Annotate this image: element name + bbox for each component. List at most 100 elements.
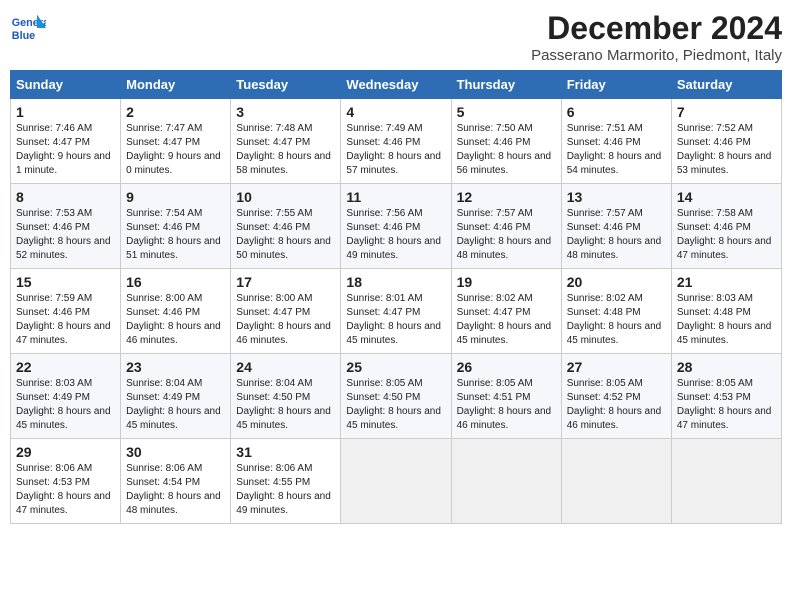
calendar-cell: 30 Sunrise: 8:06 AMSunset: 4:54 PMDayligh… (121, 439, 231, 524)
calendar-cell: 29 Sunrise: 8:06 AMSunset: 4:53 PMDayligh… (11, 439, 121, 524)
day-number: 3 (236, 104, 335, 120)
calendar-cell: 31 Sunrise: 8:06 AMSunset: 4:55 PMDayligh… (231, 439, 341, 524)
calendar-cell (561, 439, 671, 524)
day-number: 1 (16, 104, 115, 120)
weekday-header: Thursday (451, 71, 561, 99)
day-number: 8 (16, 189, 115, 205)
cell-info: Sunrise: 7:57 AMSunset: 4:46 PMDaylight:… (457, 207, 556, 263)
cell-info: Sunrise: 8:02 AMSunset: 4:48 PMDaylight:… (567, 292, 666, 348)
day-number: 25 (346, 359, 445, 375)
cell-info: Sunrise: 7:46 AMSunset: 4:47 PMDaylight:… (16, 122, 115, 178)
calendar-cell: 12 Sunrise: 7:57 AMSunset: 4:46 PMDayligh… (451, 184, 561, 269)
cell-info: Sunrise: 8:01 AMSunset: 4:47 PMDaylight:… (346, 292, 445, 348)
day-number: 4 (346, 104, 445, 120)
cell-info: Sunrise: 8:05 AMSunset: 4:50 PMDaylight:… (346, 377, 445, 433)
calendar-cell: 2 Sunrise: 7:47 AMSunset: 4:47 PMDaylight… (121, 99, 231, 184)
calendar-cell: 15 Sunrise: 7:59 AMSunset: 4:46 PMDayligh… (11, 269, 121, 354)
cell-info: Sunrise: 7:50 AMSunset: 4:46 PMDaylight:… (457, 122, 556, 178)
calendar-cell: 14 Sunrise: 7:58 AMSunset: 4:46 PMDayligh… (671, 184, 781, 269)
calendar-cell: 25 Sunrise: 8:05 AMSunset: 4:50 PMDayligh… (341, 354, 451, 439)
weekday-header: Monday (121, 71, 231, 99)
calendar-cell: 6 Sunrise: 7:51 AMSunset: 4:46 PMDaylight… (561, 99, 671, 184)
day-number: 15 (16, 274, 115, 290)
cell-info: Sunrise: 8:03 AMSunset: 4:49 PMDaylight:… (16, 377, 115, 433)
cell-info: Sunrise: 8:02 AMSunset: 4:47 PMDaylight:… (457, 292, 556, 348)
cell-info: Sunrise: 8:06 AMSunset: 4:53 PMDaylight:… (16, 462, 115, 518)
weekday-header: Friday (561, 71, 671, 99)
cell-info: Sunrise: 7:59 AMSunset: 4:46 PMDaylight:… (16, 292, 115, 348)
cell-info: Sunrise: 7:51 AMSunset: 4:46 PMDaylight:… (567, 122, 666, 178)
weekday-header: Saturday (671, 71, 781, 99)
cell-info: Sunrise: 7:49 AMSunset: 4:46 PMDaylight:… (346, 122, 445, 178)
cell-info: Sunrise: 8:00 AMSunset: 4:47 PMDaylight:… (236, 292, 335, 348)
calendar-cell: 7 Sunrise: 7:52 AMSunset: 4:46 PMDaylight… (671, 99, 781, 184)
location-title: Passerano Marmorito, Piedmont, Italy (531, 47, 782, 64)
calendar-cell: 1 Sunrise: 7:46 AMSunset: 4:47 PMDaylight… (11, 99, 121, 184)
page-header: General Blue December 2024 Passerano Mar… (10, 10, 782, 64)
cell-info: Sunrise: 8:03 AMSunset: 4:48 PMDaylight:… (677, 292, 776, 348)
day-number: 31 (236, 444, 335, 460)
calendar-cell: 26 Sunrise: 8:05 AMSunset: 4:51 PMDayligh… (451, 354, 561, 439)
cell-info: Sunrise: 7:48 AMSunset: 4:47 PMDaylight:… (236, 122, 335, 178)
cell-info: Sunrise: 7:56 AMSunset: 4:46 PMDaylight:… (346, 207, 445, 263)
cell-info: Sunrise: 8:05 AMSunset: 4:53 PMDaylight:… (677, 377, 776, 433)
day-number: 7 (677, 104, 776, 120)
day-number: 16 (126, 274, 225, 290)
calendar-table: SundayMondayTuesdayWednesdayThursdayFrid… (10, 70, 782, 524)
day-number: 20 (567, 274, 666, 290)
calendar-cell: 13Sunrise: 7:57 AMSunset: 4:46 PMDayligh… (561, 184, 671, 269)
cell-info: Sunrise: 7:52 AMSunset: 4:46 PMDaylight:… (677, 122, 776, 178)
day-number: 5 (457, 104, 556, 120)
day-number: 17 (236, 274, 335, 290)
day-number: 10 (236, 189, 335, 205)
cell-info: Sunrise: 8:05 AMSunset: 4:52 PMDaylight:… (567, 377, 666, 433)
day-number: 21 (677, 274, 776, 290)
calendar-cell: 10 Sunrise: 7:55 AMSunset: 4:46 PMDayligh… (231, 184, 341, 269)
calendar-cell: 16 Sunrise: 8:00 AMSunset: 4:46 PMDayligh… (121, 269, 231, 354)
calendar-cell: 27 Sunrise: 8:05 AMSunset: 4:52 PMDayligh… (561, 354, 671, 439)
day-number: 27 (567, 359, 666, 375)
cell-info: Sunrise: 8:06 AMSunset: 4:54 PMDaylight:… (126, 462, 225, 518)
calendar-cell: 4 Sunrise: 7:49 AMSunset: 4:46 PMDaylight… (341, 99, 451, 184)
cell-info: Sunrise: 7:58 AMSunset: 4:46 PMDaylight:… (677, 207, 776, 263)
day-number: 2 (126, 104, 225, 120)
day-number: 11 (346, 189, 445, 205)
calendar-cell: 23 Sunrise: 8:04 AMSunset: 4:49 PMDayligh… (121, 354, 231, 439)
cell-info: Sunrise: 7:53 AMSunset: 4:46 PMDaylight:… (16, 207, 115, 263)
calendar-cell: 21 Sunrise: 8:03 AMSunset: 4:48 PMDayligh… (671, 269, 781, 354)
weekday-header: Sunday (11, 71, 121, 99)
day-number: 18 (346, 274, 445, 290)
calendar-cell: 24 Sunrise: 8:04 AMSunset: 4:50 PMDayligh… (231, 354, 341, 439)
cell-info: Sunrise: 8:06 AMSunset: 4:55 PMDaylight:… (236, 462, 335, 518)
day-number: 23 (126, 359, 225, 375)
weekday-header: Tuesday (231, 71, 341, 99)
day-number: 29 (16, 444, 115, 460)
day-number: 30 (126, 444, 225, 460)
calendar-cell (341, 439, 451, 524)
calendar-cell: 20 Sunrise: 8:02 AMSunset: 4:48 PMDayligh… (561, 269, 671, 354)
cell-info: Sunrise: 8:00 AMSunset: 4:46 PMDaylight:… (126, 292, 225, 348)
day-number: 12 (457, 189, 556, 205)
day-number: 19 (457, 274, 556, 290)
cell-info: Sunrise: 8:05 AMSunset: 4:51 PMDaylight:… (457, 377, 556, 433)
title-block: December 2024 Passerano Marmorito, Piedm… (531, 10, 782, 64)
calendar-cell: 18 Sunrise: 8:01 AMSunset: 4:47 PMDayligh… (341, 269, 451, 354)
calendar-cell (451, 439, 561, 524)
day-number: 24 (236, 359, 335, 375)
calendar-cell: 9Sunrise: 7:54 AMSunset: 4:46 PMDaylight… (121, 184, 231, 269)
cell-info: Sunrise: 7:55 AMSunset: 4:46 PMDaylight:… (236, 207, 335, 263)
svg-text:Blue: Blue (12, 30, 35, 42)
calendar-cell (671, 439, 781, 524)
cell-info: Sunrise: 8:04 AMSunset: 4:50 PMDaylight:… (236, 377, 335, 433)
day-number: 28 (677, 359, 776, 375)
weekday-header: Wednesday (341, 71, 451, 99)
cell-info: Sunrise: 8:04 AMSunset: 4:49 PMDaylight:… (126, 377, 225, 433)
calendar-cell: 3 Sunrise: 7:48 AMSunset: 4:47 PMDaylight… (231, 99, 341, 184)
month-title: December 2024 (531, 10, 782, 47)
day-number: 14 (677, 189, 776, 205)
day-number: 6 (567, 104, 666, 120)
day-number: 22 (16, 359, 115, 375)
day-number: 26 (457, 359, 556, 375)
cell-info: Sunrise: 7:47 AMSunset: 4:47 PMDaylight:… (126, 122, 225, 178)
cell-info: Sunrise: 7:57 AMSunset: 4:46 PMDaylight:… (567, 207, 666, 263)
